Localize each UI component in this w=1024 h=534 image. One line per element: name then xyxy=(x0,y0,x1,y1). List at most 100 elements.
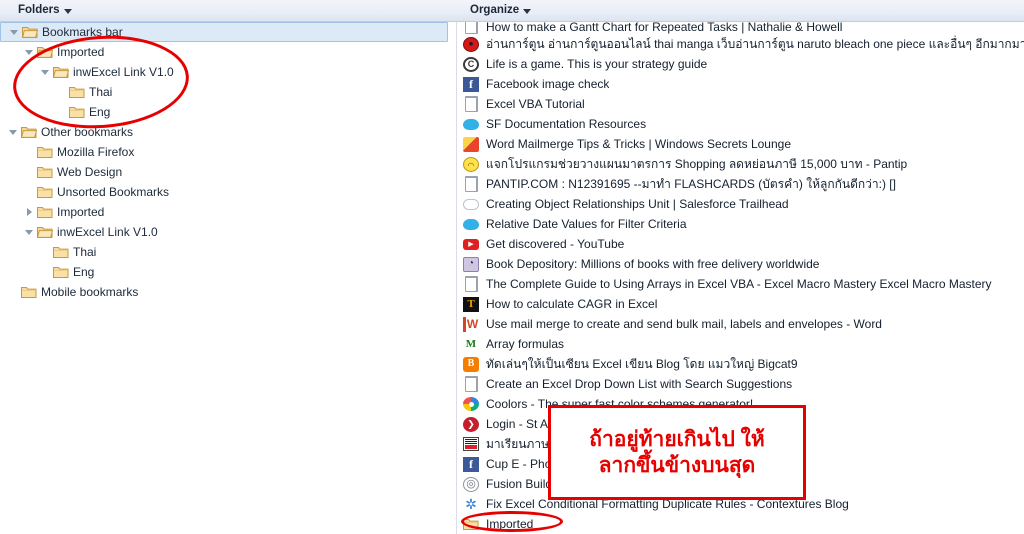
tree-item-label: Eng xyxy=(73,265,95,279)
bookmark-row[interactable]: PANTIP.COM : N12391695 --มาทำ FLASHCARDS… xyxy=(457,174,1024,194)
windows-secrets-icon xyxy=(463,136,479,152)
bookmark-title: Array formulas xyxy=(486,337,565,351)
chevron-down-icon[interactable] xyxy=(6,122,20,142)
tutorial-t-icon: T xyxy=(463,296,479,312)
copyright-icon: C xyxy=(463,56,479,72)
bookmark-folder-row[interactable]: Imported xyxy=(457,514,1024,534)
bookmark-row[interactable]: How to make a Gantt Chart for Repeated T… xyxy=(457,22,1024,34)
folder-open-icon xyxy=(36,222,54,242)
folder-icon xyxy=(36,142,54,162)
fusion-builder-icon xyxy=(463,476,479,492)
bookmark-row[interactable]: M Array formulas xyxy=(457,334,1024,354)
bookmark-row[interactable]: SF Documentation Resources xyxy=(457,114,1024,134)
bookmark-title: Use mail merge to create and send bulk m… xyxy=(486,317,882,331)
folder-icon xyxy=(52,262,70,282)
tree-item-eng[interactable]: Eng xyxy=(0,102,456,122)
document-icon xyxy=(463,176,479,192)
bookmark-title: Creating Object Relationships Unit | Sal… xyxy=(486,197,789,211)
bookmark-row[interactable]: C Life is a game. This is your strategy g… xyxy=(457,54,1024,74)
annotation-note-line-1: ถ้าอยู่ท้ายเกินไป ให้ xyxy=(589,427,765,451)
bookmark-title: Word Mailmerge Tips & Tricks | Windows S… xyxy=(486,137,792,151)
bookmark-manager-window: Folders Organize Bookmarks bar Imported in… xyxy=(0,0,1024,534)
tree-item-imported[interactable]: Imported xyxy=(0,202,456,222)
bookmark-row[interactable]: B ทัดเล่นๆให้เป็นเซียน Excel เขียน Blog โ… xyxy=(457,354,1024,374)
tree-item-inwexcel-link-v1-0[interactable]: inwExcel Link V1.0 xyxy=(0,222,456,242)
organize-menu-button[interactable]: Organize xyxy=(466,3,535,17)
facebook-icon: f xyxy=(463,76,479,92)
bookmark-row[interactable]: Word Mailmerge Tips & Tricks | Windows S… xyxy=(457,134,1024,154)
tree-item-unsorted-bookmarks[interactable]: Unsorted Bookmarks xyxy=(0,182,456,202)
folder-icon xyxy=(68,82,86,102)
chevron-down-icon[interactable] xyxy=(22,222,36,242)
tree-item-label: Imported xyxy=(57,45,105,59)
cloud-outline-icon xyxy=(463,198,479,210)
tree-item-label: inwExcel Link V1.0 xyxy=(73,65,174,79)
tree-item-label: Bookmarks bar xyxy=(42,25,123,39)
nhk-icon xyxy=(463,437,479,451)
chevron-right-icon[interactable] xyxy=(22,202,36,222)
tree-item-mozilla-firefox[interactable]: Mozilla Firefox xyxy=(0,142,456,162)
document-icon xyxy=(463,96,479,112)
salesforce-cloud-icon xyxy=(463,118,479,130)
bookmark-row[interactable]: Excel VBA Tutorial xyxy=(457,94,1024,114)
bookmark-title: SF Documentation Resources xyxy=(486,117,647,131)
document-icon xyxy=(463,376,479,392)
chevron-down-icon xyxy=(63,8,72,14)
chevron-down-icon[interactable] xyxy=(7,22,21,42)
bookmark-row[interactable]: Get discovered - YouTube xyxy=(457,234,1024,254)
youtube-icon xyxy=(463,238,479,250)
bookmark-title: Get discovered - YouTube xyxy=(486,237,625,251)
bookmark-row[interactable]: แจกโปรแกรมช่วยวางแผนมาตรการ Shopping ลดห… xyxy=(457,154,1024,174)
folder-icon xyxy=(52,242,70,262)
bookmark-title: Imported xyxy=(486,517,534,531)
chevron-down-icon xyxy=(523,8,532,14)
tree-item-imported[interactable]: Imported xyxy=(0,42,456,62)
bookmark-row[interactable]: Book Depository: Millions of books with … xyxy=(457,254,1024,274)
folder-icon xyxy=(36,202,54,222)
bookmark-title: PANTIP.COM : N12391695 --มาทำ FLASHCARDS… xyxy=(486,176,896,191)
folder-icon xyxy=(36,182,54,202)
document-icon xyxy=(463,276,479,292)
tree-item-mobile-bookmarks[interactable]: Mobile bookmarks xyxy=(0,282,456,302)
tree-item-thai[interactable]: Thai xyxy=(0,82,456,102)
tree-item-eng[interactable]: Eng xyxy=(0,262,456,282)
bookmark-row[interactable]: T How to calculate CAGR in Excel xyxy=(457,294,1024,314)
tree-item-web-design[interactable]: Web Design xyxy=(0,162,456,182)
st-andrews-icon xyxy=(463,416,479,432)
tree-item-thai[interactable]: Thai xyxy=(0,242,456,262)
tree-item-bookmarks-bar[interactable]: Bookmarks bar xyxy=(0,22,448,42)
bookmark-row[interactable]: f Facebook image check xyxy=(457,74,1024,94)
bookmark-row[interactable]: W Use mail merge to create and send bulk … xyxy=(457,314,1024,334)
coolors-icon xyxy=(463,397,479,411)
bookmark-title: Create an Excel Drop Down List with Sear… xyxy=(486,377,793,391)
tree-item-inwexcel-link-v1-0[interactable]: inwExcel Link V1.0 xyxy=(0,62,456,82)
bookmark-row[interactable]: Creating Object Relationships Unit | Sal… xyxy=(457,194,1024,214)
tree-item-label: Thai xyxy=(89,85,113,99)
blogger-icon: B xyxy=(463,356,479,372)
bookmark-row[interactable]: Relative Date Values for Filter Criteria xyxy=(457,214,1024,234)
bookmark-row[interactable]: Create an Excel Drop Down List with Sear… xyxy=(457,374,1024,394)
tree-item-label: inwExcel Link V1.0 xyxy=(57,225,158,239)
folder-open-icon xyxy=(21,22,39,42)
book-depository-icon xyxy=(463,256,479,272)
tree-item-label: Mozilla Firefox xyxy=(57,145,135,159)
gear-icon xyxy=(463,496,479,512)
mrexcel-icon: M xyxy=(463,336,479,352)
tree-item-label: Other bookmarks xyxy=(41,125,134,139)
tree-item-label: Imported xyxy=(57,205,105,219)
bookmark-title: ทัดเล่นๆให้เป็นเซียน Excel เขียน Blog โด… xyxy=(486,356,798,371)
bookmark-title: Facebook image check xyxy=(486,77,610,91)
tree-item-other-bookmarks[interactable]: Other bookmarks xyxy=(0,122,456,142)
bookmark-title: Life is a game. This is your strategy gu… xyxy=(486,57,708,71)
chevron-down-icon[interactable] xyxy=(22,42,36,62)
tree-item-label: Unsorted Bookmarks xyxy=(57,185,170,199)
bookmark-row[interactable]: อ่านการ์ตูน อ่านการ์ตูนออนไลน์ thai mang… xyxy=(457,34,1024,54)
bookmark-row[interactable]: The Complete Guide to Using Arrays in Ex… xyxy=(457,274,1024,294)
folders-menu-button[interactable]: Folders xyxy=(14,3,76,17)
chevron-down-icon[interactable] xyxy=(38,62,52,82)
